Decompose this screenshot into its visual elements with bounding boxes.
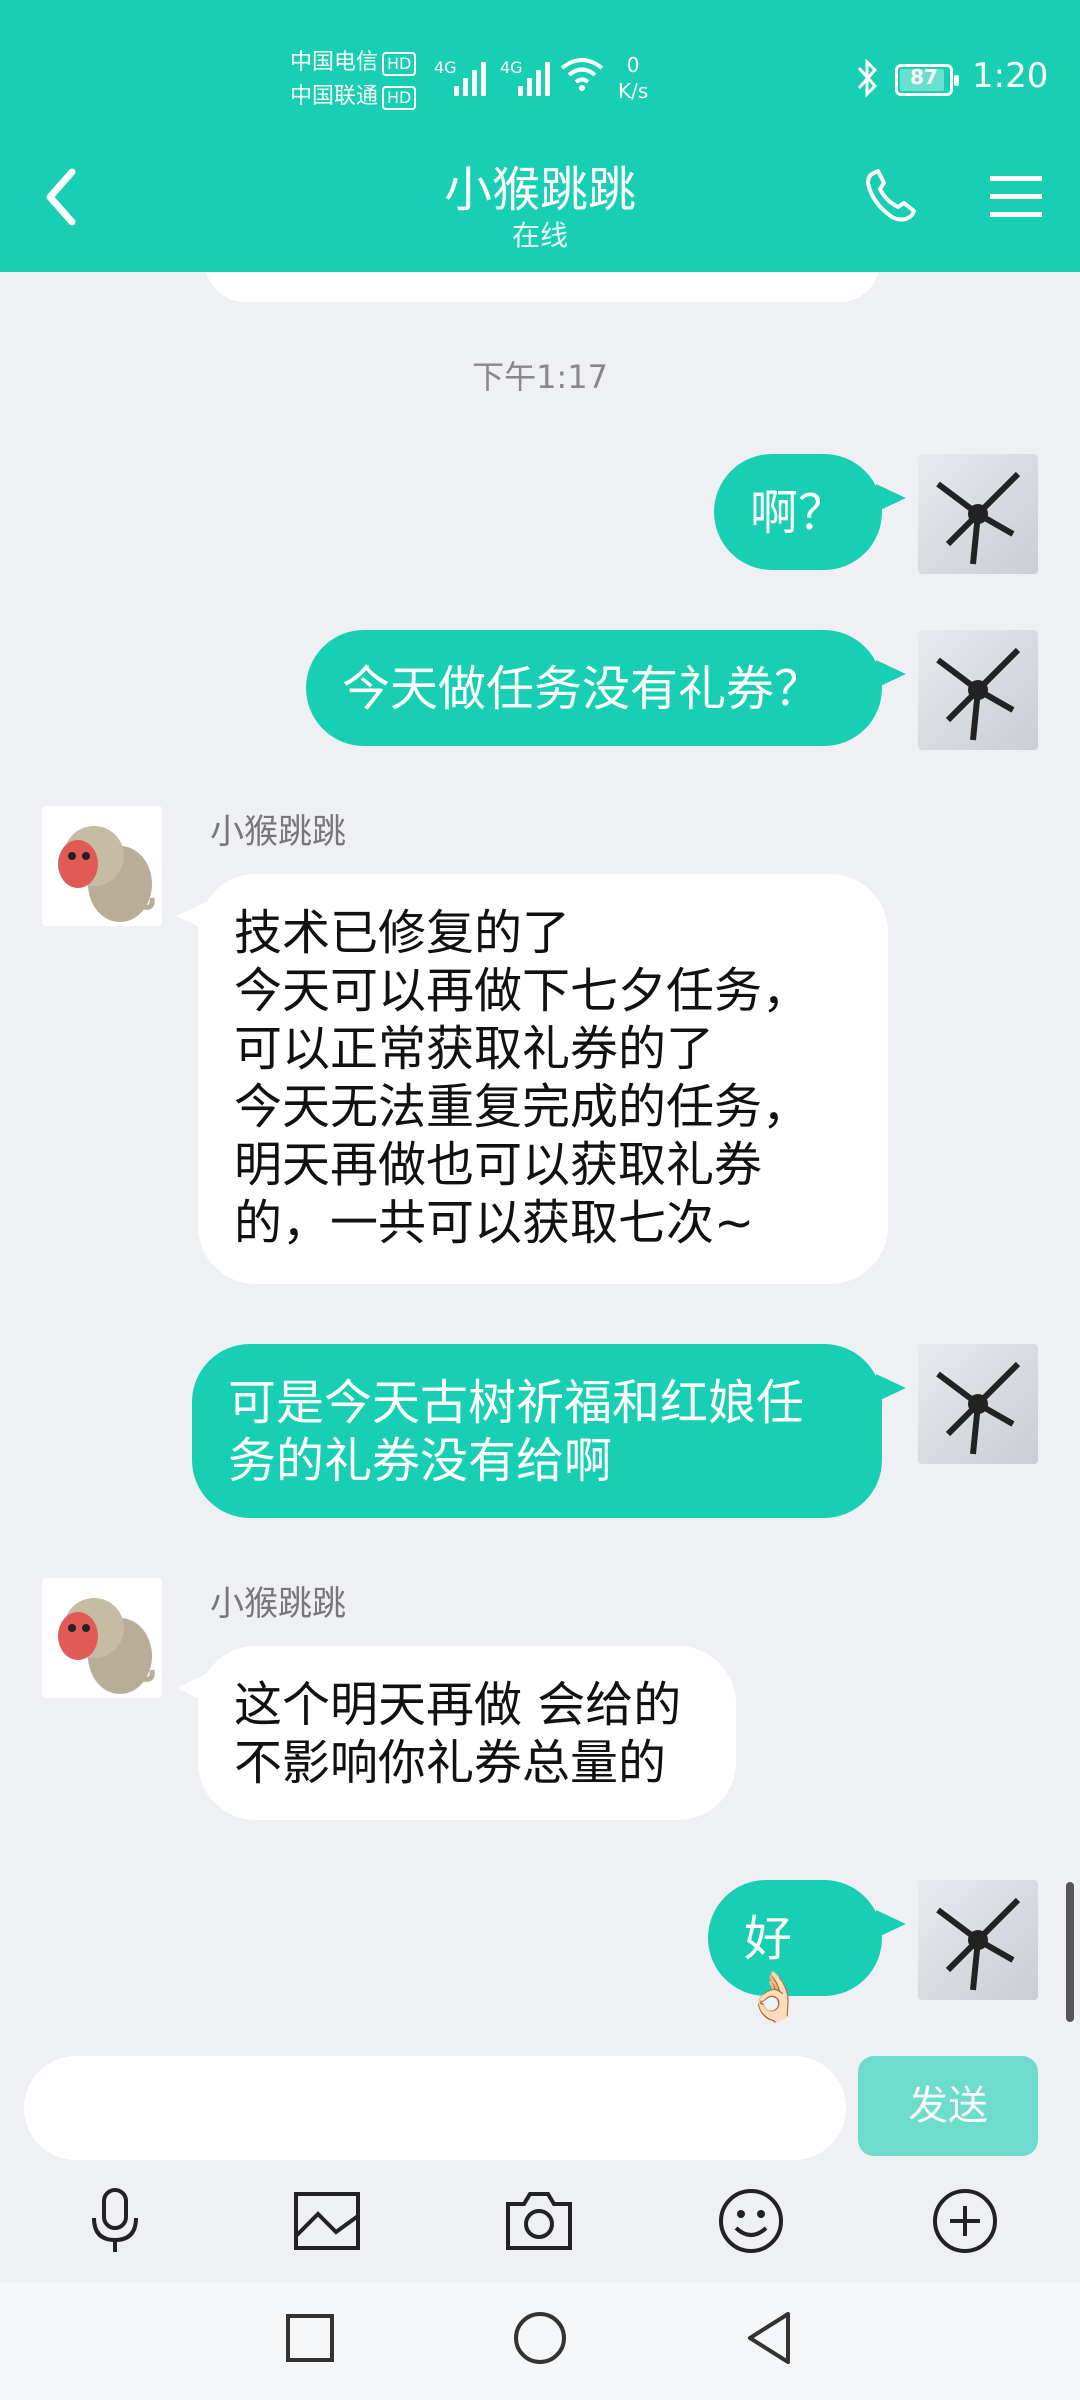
status-carriers: 中国电信 HD 中国联通 HD xyxy=(290,46,417,114)
my-avatar[interactable] xyxy=(918,454,1038,574)
emoji-icon[interactable] xyxy=(716,2186,786,2256)
message-bubble-sent[interactable]: 好👌🏻 xyxy=(708,1880,882,2025)
image-icon[interactable] xyxy=(292,2186,362,2256)
phone-icon[interactable] xyxy=(862,165,922,225)
my-avatar[interactable] xyxy=(918,1344,1038,1464)
my-avatar[interactable] xyxy=(918,630,1038,750)
message-timestamp: 下午1:17 xyxy=(472,358,608,396)
message-bubble-sent[interactable]: 可是今天古树祈福和红娘任 务的礼券没有给啊 xyxy=(192,1344,882,1518)
carrier-1: 中国电信 xyxy=(290,50,379,75)
contact-avatar[interactable] xyxy=(42,806,162,926)
back-nav-icon[interactable] xyxy=(740,2308,800,2368)
system-navbar xyxy=(0,2282,1080,2400)
bluetooth-icon xyxy=(857,58,878,98)
message-bubble-received[interactable]: 技术已修复的了 今天可以再做下七夕任务， 可以正常获取礼券的了 今天无法重复完成… xyxy=(198,874,888,1284)
camera-icon[interactable] xyxy=(504,2186,574,2256)
signal-icon-1 xyxy=(454,58,486,96)
speed-value: 0 xyxy=(626,53,640,77)
wifi-icon xyxy=(560,58,604,91)
message-bubble-sent[interactable]: 啊？ xyxy=(714,454,882,570)
message-bubble-sent[interactable]: 今天做任务没有礼券？ xyxy=(306,630,882,746)
send-button[interactable]: 发送 xyxy=(858,2056,1038,2156)
chat-toolbar xyxy=(0,2164,1080,2282)
message-bubble-received[interactable]: 这个明天再做 会给的 不影响你礼券总量的 xyxy=(198,1646,736,1820)
recents-icon[interactable] xyxy=(280,2308,340,2368)
battery-icon: 87 xyxy=(895,64,959,96)
my-avatar[interactable] xyxy=(918,1880,1038,2000)
home-icon[interactable] xyxy=(510,2308,570,2368)
hd-badge-1: HD xyxy=(382,52,417,76)
message-bubble-partial xyxy=(205,272,880,302)
message-input[interactable] xyxy=(24,2056,846,2160)
scrollbar[interactable] xyxy=(1066,1882,1074,2022)
contact-avatar[interactable] xyxy=(42,1578,162,1698)
sender-name: 小猴跳跳 xyxy=(210,812,346,852)
sender-name: 小猴跳跳 xyxy=(210,1584,346,1624)
hd-badge-2: HD xyxy=(382,86,417,110)
chat-area[interactable]: 下午1:17 啊？ 今天做任务没有礼券？ 小猴跳跳 技术已修复的了 今天可以再做… xyxy=(0,272,1080,2028)
status-time: 1:20 xyxy=(972,56,1049,96)
signal-icon-2 xyxy=(518,58,550,96)
plus-icon[interactable] xyxy=(930,2186,1000,2256)
input-bar: 发送 xyxy=(0,2028,1080,2164)
menu-icon[interactable] xyxy=(988,172,1044,222)
network-speed: 0 K/s xyxy=(618,52,648,104)
carrier-2: 中国联通 xyxy=(290,84,379,109)
header: 中国电信 HD 中国联通 HD 4G 4G 0 K/s 87 1:20 小猴跳跳 在… xyxy=(0,0,1080,272)
speed-unit: K/s xyxy=(618,79,649,103)
microphone-icon[interactable] xyxy=(80,2186,150,2256)
battery-level: 87 xyxy=(910,65,938,89)
